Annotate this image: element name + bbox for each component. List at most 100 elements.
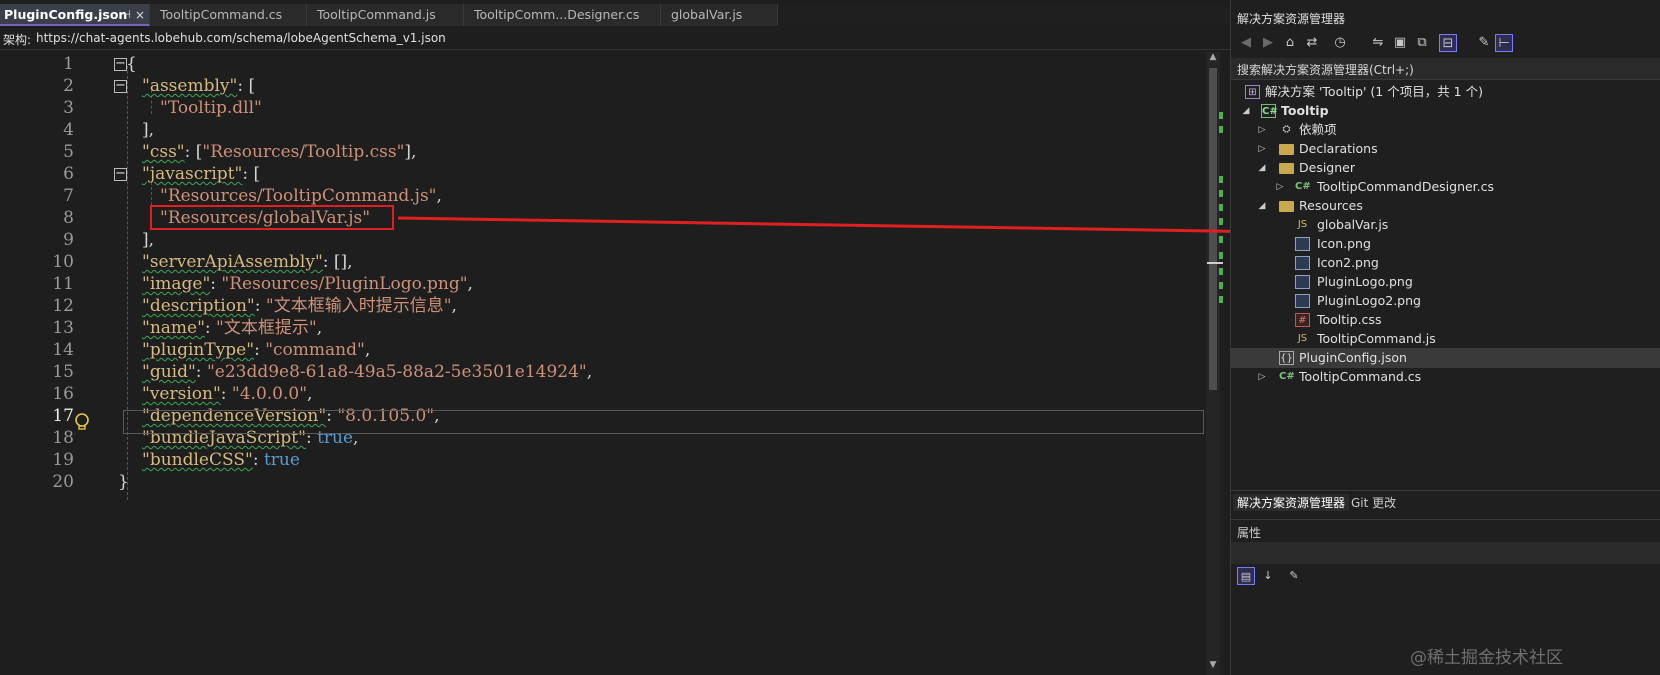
code-line: 6 − "javascript": [: [0, 162, 1282, 186]
change-marker: [1219, 296, 1223, 303]
properties-toolbar: ▤ ↓ ✎: [1231, 565, 1660, 587]
schema-url-dropdown[interactable]: https://chat-agents.lobehub.com/schema/l…: [36, 31, 446, 45]
line-number: 18: [52, 428, 74, 448]
vertical-scrollbar[interactable]: ▲ ▼: [1206, 52, 1220, 675]
code-line: 1 − {: [0, 52, 1282, 76]
preview-icon[interactable]: ⊟: [1439, 34, 1457, 52]
collapsed-arrow-icon[interactable]: ▷: [1275, 177, 1285, 197]
document-tab-bar: PluginConfig.json ⊣ × TooltipCommand.cs …: [0, 4, 1302, 26]
line-number: 8: [63, 208, 74, 228]
panel-title: 解决方案资源管理器: [1237, 12, 1346, 26]
switch-views-icon[interactable]: ⇄: [1303, 34, 1321, 52]
tree-item-pluginlogo-png[interactable]: PluginLogo.png: [1231, 272, 1660, 292]
alphabetical-icon[interactable]: ↓: [1259, 567, 1277, 585]
folder-icon: [1279, 201, 1294, 212]
tab-tooltipcommand-js[interactable]: TooltipCommand.js: [307, 4, 464, 26]
csharp-file-icon: C#: [1279, 371, 1295, 382]
expanded-arrow-icon[interactable]: ◢: [1257, 196, 1267, 216]
history-icon[interactable]: ◷: [1331, 34, 1349, 52]
properties-object-selector[interactable]: [1231, 542, 1660, 564]
lightbulb-icon[interactable]: [72, 412, 92, 432]
dependencies-icon: ⛭: [1282, 124, 1291, 135]
schema-bar: 架构: https://chat-agents.lobehub.com/sche…: [0, 28, 1302, 50]
collapse-all-icon[interactable]: ▣: [1391, 34, 1409, 52]
code-editor[interactable]: 1 − { 2 − "assembly": [ 3 "Tooltip.dll" …: [0, 52, 1282, 675]
line-number: 2: [63, 76, 74, 96]
categorized-icon[interactable]: ▤: [1237, 567, 1255, 585]
tree-item-resources[interactable]: ◢ Resources: [1231, 196, 1660, 216]
expanded-arrow-icon[interactable]: ◢: [1241, 101, 1251, 121]
tree-item-pluginconfig-json[interactable]: {} PluginConfig.json: [1231, 348, 1660, 368]
expanded-arrow-icon[interactable]: ◢: [1257, 158, 1267, 178]
sync-icon[interactable]: ⇋: [1369, 34, 1387, 52]
tree-item-designer-cs[interactable]: ▷ C# TooltipCommandDesigner.cs: [1231, 177, 1660, 197]
tree-item-dependencies[interactable]: ▷ ⛭ 依赖项: [1231, 120, 1660, 140]
back-icon[interactable]: ◀: [1237, 34, 1255, 52]
tab-label: globalVar.js: [671, 7, 743, 22]
line-number: 4: [63, 120, 74, 140]
scrollbar-thumb[interactable]: [1209, 68, 1217, 390]
csharp-file-icon: C#: [1295, 181, 1311, 192]
tab-label: TooltipCommand.js: [317, 7, 436, 22]
json-string: "Resources/TooltipCommand.js": [160, 186, 437, 206]
code-line: 10 "serverApiAssembly": [],: [0, 250, 1282, 274]
collapsed-arrow-icon[interactable]: ▷: [1257, 139, 1267, 159]
collapse-icon[interactable]: −: [114, 167, 127, 181]
tree-item-label: PluginLogo.png: [1317, 274, 1413, 289]
json-key: "serverApiAssembly": [142, 252, 323, 272]
tree-item-label: Resources: [1299, 198, 1363, 213]
tab-label: TooltipCommand.cs: [160, 7, 283, 22]
tree-item-tooltipcommand-js[interactable]: JS TooltipCommand.js: [1231, 329, 1660, 349]
pin-icon[interactable]: ⊣: [121, 4, 131, 24]
tree-item-tooltip-css[interactable]: # Tooltip.css: [1231, 310, 1660, 330]
tree-item-label: PluginConfig.json: [1299, 350, 1407, 365]
tree-item-project[interactable]: ◢ C# Tooltip: [1231, 101, 1660, 121]
tree-item-globalvar-js[interactable]: JS globalVar.js: [1231, 215, 1660, 235]
collapse-icon[interactable]: −: [114, 79, 127, 93]
json-string: "文本框输入时提示信息": [265, 296, 452, 316]
tree-item-icon2-png[interactable]: Icon2.png: [1231, 253, 1660, 273]
tab-solution-explorer[interactable]: 解决方案资源管理器: [1233, 494, 1350, 511]
code-line: 4 ],: [0, 118, 1282, 142]
tree-item-tooltipcommand-cs[interactable]: ▷ C# TooltipCommand.cs: [1231, 367, 1660, 387]
tab-git-changes[interactable]: Git 更改: [1351, 494, 1396, 511]
line-number: 13: [52, 318, 74, 338]
search-placeholder: 搜索解决方案资源管理器(Ctrl+;): [1237, 63, 1414, 77]
tab-pluginconfig-json[interactable]: PluginConfig.json ⊣ ×: [0, 4, 150, 26]
home-icon[interactable]: ⌂: [1281, 34, 1299, 52]
scroll-down-icon[interactable]: ▼: [1206, 660, 1220, 674]
property-pages-icon[interactable]: ✎: [1285, 567, 1303, 585]
tree-item-icon-png[interactable]: Icon.png: [1231, 234, 1660, 254]
change-marker: [1219, 204, 1223, 211]
tab-globalvar-js[interactable]: globalVar.js: [661, 4, 778, 26]
change-marker: [1219, 176, 1223, 183]
tree-item-label: Designer: [1299, 160, 1355, 175]
watermark: @稀土掘金技术社区: [1410, 648, 1563, 668]
json-file-icon: {}: [1279, 351, 1294, 365]
json-bool: true: [263, 450, 300, 470]
tree-item-designer[interactable]: ◢ Designer: [1231, 158, 1660, 178]
tree-item-solution[interactable]: ⊞ 解决方案 'Tooltip' (1 个项目，共 1 个): [1231, 82, 1660, 102]
image-file-icon: [1295, 294, 1310, 308]
json-key: "css": [142, 142, 185, 162]
tab-tooltipcommand-designer-cs[interactable]: TooltipComm...Designer.cs: [464, 4, 661, 26]
tree-item-pluginlogo2-png[interactable]: PluginLogo2.png: [1231, 291, 1660, 311]
json-key: "name": [142, 318, 205, 338]
explorer-search-input[interactable]: 搜索解决方案资源管理器(Ctrl+;): [1231, 58, 1660, 80]
scroll-up-icon[interactable]: ▲: [1206, 52, 1220, 66]
tab-tooltipcommand-cs[interactable]: TooltipCommand.cs: [150, 4, 307, 26]
image-file-icon: [1295, 237, 1310, 251]
tree-item-label: PluginLogo2.png: [1317, 293, 1421, 308]
properties-icon[interactable]: ✎: [1475, 34, 1493, 52]
editor-area: PluginConfig.json ⊣ × TooltipCommand.cs …: [0, 0, 1302, 675]
json-key: "guid": [142, 362, 196, 382]
schema-label: 架构:: [3, 33, 32, 47]
change-marker: [1219, 268, 1223, 275]
pin-icon[interactable]: ⊢: [1495, 34, 1513, 52]
collapsed-arrow-icon[interactable]: ▷: [1257, 120, 1267, 140]
forward-icon[interactable]: ▶: [1259, 34, 1277, 52]
show-all-files-icon[interactable]: ⧉: [1413, 34, 1431, 52]
close-icon[interactable]: ×: [135, 4, 145, 24]
collapsed-arrow-icon[interactable]: ▷: [1257, 367, 1267, 387]
tree-item-declarations[interactable]: ▷ Declarations: [1231, 139, 1660, 159]
